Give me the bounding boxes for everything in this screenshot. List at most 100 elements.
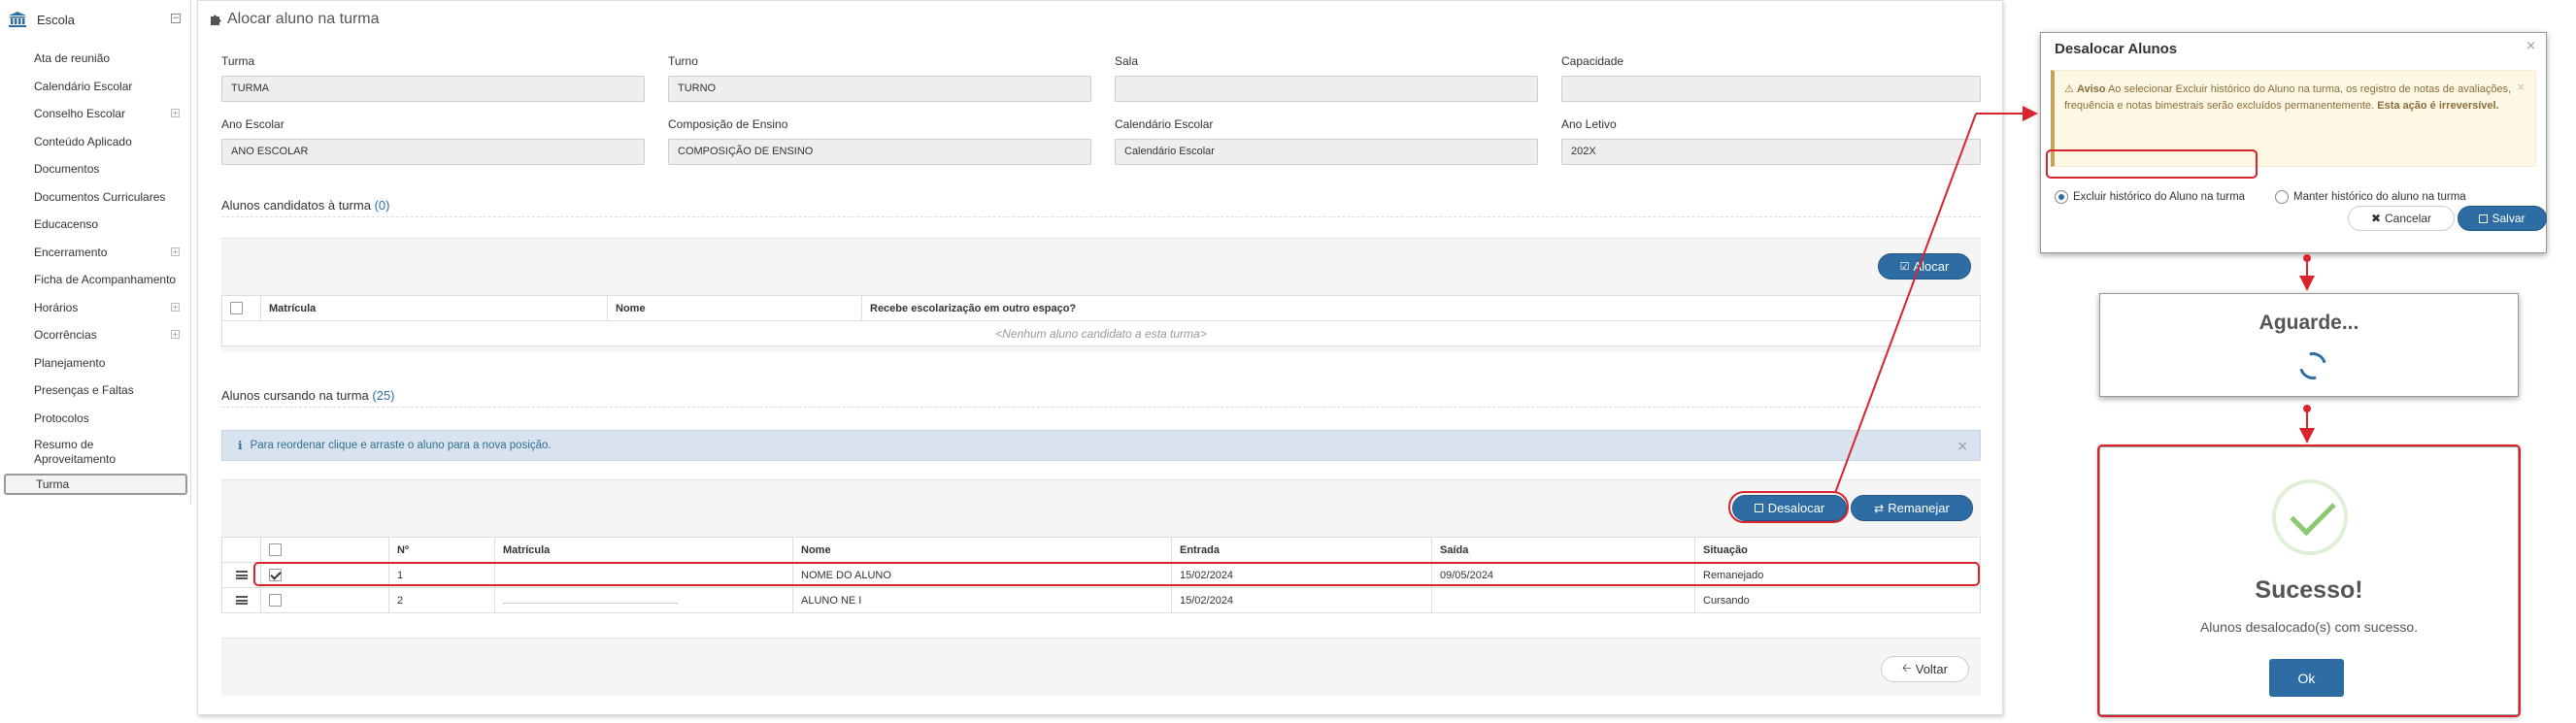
table-header-row: Nº Matrícula Nome Entrada Saída Situação xyxy=(221,537,1981,563)
option-excluir-label: Excluir histórico do Aluno na turma xyxy=(2073,191,2246,203)
select-all-checkbox[interactable] xyxy=(230,302,243,314)
option-highlight xyxy=(2046,149,2258,179)
sidebar-item-documentos-curriculares[interactable]: Documentos Curriculares xyxy=(0,183,191,212)
loading-modal: Aguarde... xyxy=(2099,293,2519,397)
select-all-cell[interactable] xyxy=(221,295,261,321)
alocar-button[interactable]: ☑ Alocar xyxy=(1878,253,1971,279)
cell-situacao: Cursando xyxy=(1694,587,1981,613)
column-header[interactable]: Saída xyxy=(1431,537,1695,563)
save-button[interactable]: Salvar xyxy=(2458,206,2547,231)
drag-column xyxy=(221,537,261,563)
sidebar-item-ficha[interactable]: Ficha de Acompanhamento xyxy=(0,266,191,294)
sidebar-item-planejamento[interactable]: Planejamento xyxy=(0,349,191,378)
puzzle-icon xyxy=(211,15,221,25)
sidebar-item-ocorrencias[interactable]: Ocorrências + xyxy=(0,321,191,349)
page-title: Alocar aluno na turma xyxy=(210,11,380,28)
sidebar-item-conteudo[interactable]: Conteúdo Aplicado xyxy=(0,128,191,156)
ano-letivo-field: 202X xyxy=(1561,139,1981,165)
table-row[interactable]: 2 ALUNO NE I 15/02/2024 Cursando xyxy=(221,587,1981,613)
option-manter[interactable]: Manter histórico do aluno na turma xyxy=(2275,190,2466,204)
sala-label: Sala xyxy=(1115,54,1139,68)
sidebar-item-educacenso[interactable]: Educacenso xyxy=(0,211,191,239)
cursando-title: Alunos cursando na turma (25) xyxy=(221,388,395,403)
column-header[interactable]: Matrícula xyxy=(260,295,608,321)
voltar-button[interactable]: 🡠 Voltar xyxy=(1881,656,1969,682)
sidebar-item-label: Documentos Curriculares xyxy=(34,189,166,204)
sidebar-item-label: Conteúdo Aplicado xyxy=(34,134,132,148)
cancel-button[interactable]: ✖ Cancelar xyxy=(2348,206,2455,231)
cancel-button-label: Cancelar xyxy=(2385,212,2432,225)
sidebar-item-label: Turma xyxy=(36,477,70,491)
column-header[interactable]: Entrada xyxy=(1171,537,1432,563)
warning-strong: Esta ação é irreversível. xyxy=(2377,100,2499,112)
radio-excluir[interactable] xyxy=(2055,190,2068,204)
sidebar-item-ata[interactable]: Ata de reunião xyxy=(0,45,191,73)
sidebar-item-label: Ficha de Acompanhamento xyxy=(34,273,177,287)
drag-handle-icon[interactable] xyxy=(235,571,248,580)
modal-title: Desalocar Alunos xyxy=(2055,41,2178,57)
school-building-icon xyxy=(9,12,26,27)
column-header[interactable]: Nº xyxy=(388,537,495,563)
sidebar-item-resumo[interactable]: Resumo de Aproveitamento xyxy=(0,432,191,472)
row-checkbox[interactable] xyxy=(269,594,282,607)
warning-icon: ⚠ xyxy=(2064,82,2074,95)
option-excluir[interactable]: Excluir histórico do Aluno na turma xyxy=(2055,190,2245,204)
info-alert-text: Para reordenar clique e arraste o aluno … xyxy=(250,440,552,451)
sidebar-item-presencas[interactable]: Presenças e Faltas xyxy=(0,377,191,405)
close-icon[interactable]: × xyxy=(2526,39,2536,53)
save-button-label: Salvar xyxy=(2492,212,2526,225)
turma-label: Turma xyxy=(221,54,255,68)
sidebar-item-horarios[interactable]: Horários + xyxy=(0,294,191,322)
spinner-icon xyxy=(2293,346,2332,385)
sidebar-header[interactable]: Escola − xyxy=(0,0,190,39)
expand-icon[interactable]: + xyxy=(171,302,180,312)
cell-entrada: 15/02/2024 xyxy=(1171,587,1432,613)
select-all-checkbox[interactable] xyxy=(269,543,282,556)
loading-title: Aguarde... xyxy=(2258,312,2359,334)
main-panel: Alocar aluno na turma Turma TURMA Turno … xyxy=(197,0,2003,715)
collapse-icon[interactable]: − xyxy=(171,14,181,23)
floppy-icon xyxy=(2479,214,2489,223)
radio-manter[interactable] xyxy=(2275,190,2289,204)
close-icon[interactable]: × xyxy=(2517,79,2526,95)
expand-icon[interactable]: + xyxy=(171,109,180,117)
column-header[interactable]: Situação xyxy=(1694,537,1981,563)
sidebar-item-documentos[interactable]: Documentos xyxy=(0,155,191,183)
drag-handle-icon[interactable] xyxy=(235,596,248,606)
column-header[interactable]: Nome xyxy=(607,295,862,321)
ano-letivo-label: Ano Letivo xyxy=(1561,117,1617,131)
sidebar-item-calendario[interactable]: Calendário Escolar xyxy=(0,73,191,101)
capacidade-field xyxy=(1561,76,1981,102)
sidebar-item-label: Protocolos xyxy=(34,411,89,425)
cell-saida xyxy=(1431,587,1695,613)
sidebar-item-conselho[interactable]: Conselho Escolar + xyxy=(0,100,191,128)
arrow-left-icon: 🡠 xyxy=(1902,661,1912,674)
remanejar-button[interactable]: ⇄ Remanejar xyxy=(1851,495,1973,521)
drag-handle-cell[interactable] xyxy=(221,587,261,613)
select-all-cell[interactable] xyxy=(260,537,389,563)
cell-matricula xyxy=(494,587,793,613)
close-icon: ✖ xyxy=(2370,212,2382,225)
desalocar-modal: Desalocar Alunos × ⚠ Aviso Ao selecionar… xyxy=(2040,32,2547,253)
column-header[interactable]: Nome xyxy=(792,537,1172,563)
info-alert: ℹ Para reordenar clique e arraste o alun… xyxy=(221,430,1981,461)
select-cell[interactable] xyxy=(260,587,389,613)
composicao-label: Composição de Ensino xyxy=(668,117,788,131)
sidebar-header-label: Escola xyxy=(37,12,76,27)
sidebar-item-protocolos[interactable]: Protocolos xyxy=(0,405,191,433)
candidatos-title: Alunos candidatos à turma (0) xyxy=(221,198,389,213)
sidebar-item-label: Ata de reunião xyxy=(34,51,111,66)
column-header[interactable]: Recebe escolarização em outro espaço? xyxy=(861,295,1981,321)
expand-icon[interactable]: + xyxy=(171,246,180,256)
sidebar-item-label: Conselho Escolar xyxy=(34,107,126,121)
column-header[interactable]: Matrícula xyxy=(494,537,793,563)
remanejar-button-label: Remanejar xyxy=(1888,501,1950,515)
expand-icon[interactable]: + xyxy=(171,330,180,339)
sidebar-item-encerramento[interactable]: Encerramento + xyxy=(0,239,191,267)
empty-row: <Nenhum aluno candidato a esta turma> xyxy=(221,320,1981,346)
sidebar-item-label: Planejamento xyxy=(34,355,106,370)
composicao-field: COMPOSIÇÃO DE ENSINO xyxy=(668,139,1091,165)
sidebar-item-turma[interactable]: Turma xyxy=(4,474,187,495)
close-icon[interactable]: × xyxy=(1957,439,1968,454)
cell-nome: ALUNO NE I xyxy=(792,587,1172,613)
